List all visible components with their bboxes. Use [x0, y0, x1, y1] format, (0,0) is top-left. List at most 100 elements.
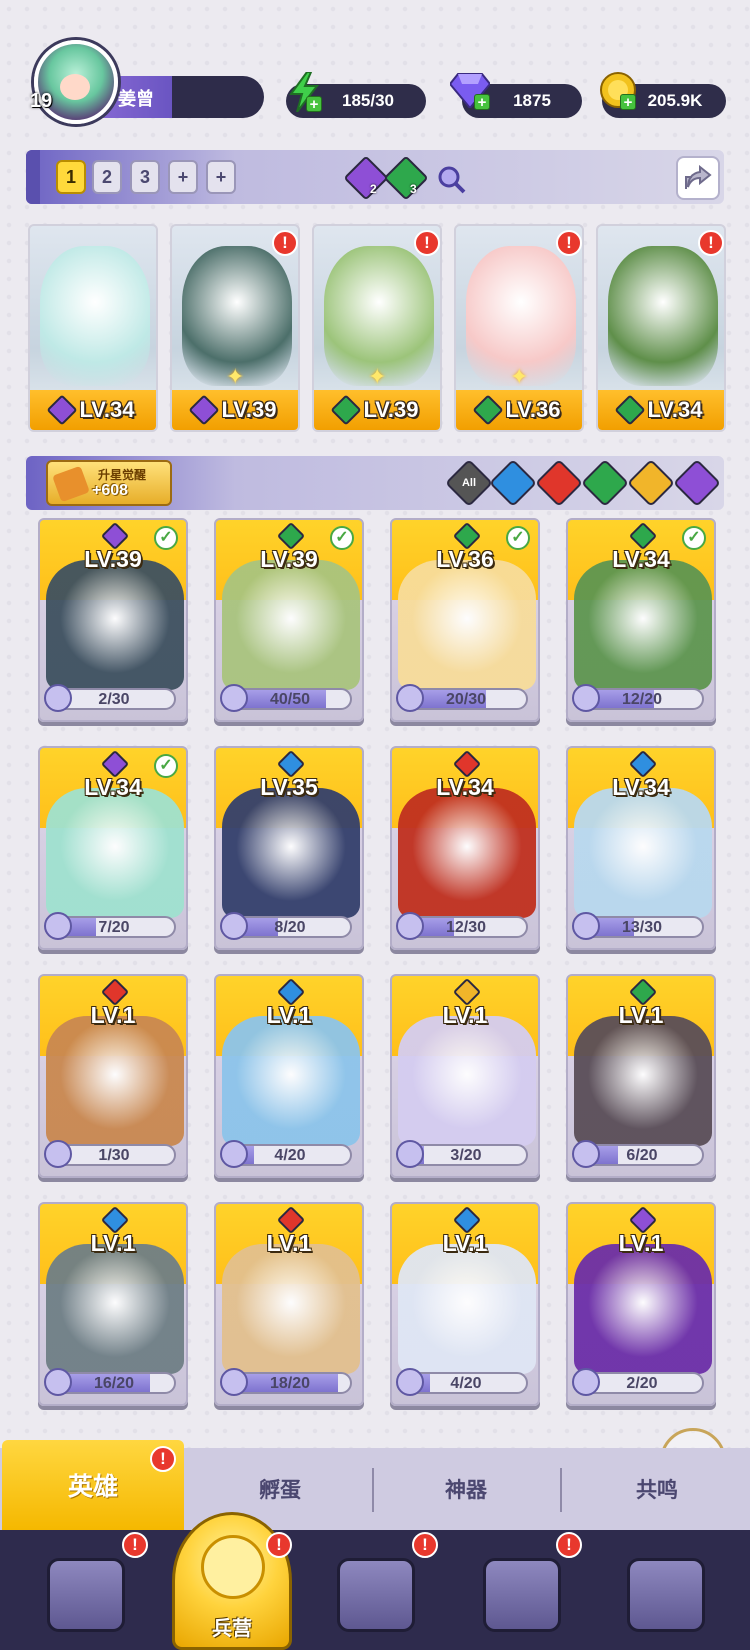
hero-portrait — [398, 1016, 536, 1146]
hero-level: LV.34 — [612, 774, 670, 800]
hero-card[interactable]: LV.1 6/20 — [566, 974, 716, 1178]
team-level: LV.39 — [363, 397, 419, 422]
nature-count: 3 — [410, 182, 417, 196]
shard-icon — [44, 1140, 72, 1168]
lightning-icon: + — [284, 72, 324, 112]
player-name: 姜曾 — [118, 89, 154, 109]
sword-icon — [52, 465, 90, 503]
hero-card[interactable]: LV.34 12/30 — [390, 746, 540, 950]
hero-level: LV.1 — [90, 1002, 136, 1028]
shard-icon — [220, 684, 248, 712]
hero-card[interactable]: ✓ LV.34 7/20 — [38, 746, 188, 950]
shard-progress-text: 2/20 — [626, 1375, 658, 1392]
hero-card[interactable]: ✓ LV.34 12/20 — [566, 518, 716, 722]
hero-card[interactable]: LV.1 2/20 — [566, 1202, 716, 1406]
hero-card[interactable]: LV.1 18/20 — [214, 1202, 364, 1406]
shard-progress-text: 40/50 — [269, 691, 311, 708]
shard-icon — [572, 684, 600, 712]
team-level: LV.34 — [79, 397, 135, 422]
hero-card[interactable]: LV.1 3/20 — [390, 974, 540, 1178]
cards-icon — [47, 1558, 125, 1632]
team-tab-1[interactable]: 1 — [56, 160, 86, 194]
nature-element-icon — [614, 394, 647, 426]
hero-card[interactable]: LV.35 8/20 — [214, 746, 364, 950]
share-button[interactable] — [676, 156, 720, 200]
awaken-button[interactable]: 升星觉醒 +608 — [46, 460, 172, 506]
team-slot-1[interactable]: LV.34 — [28, 224, 158, 432]
team-slot-alert: ! — [556, 230, 582, 256]
shard-icon — [220, 1368, 248, 1396]
hero-portrait — [222, 560, 360, 690]
shard-progress-text: 4/20 — [274, 1147, 306, 1164]
add-coins-icon[interactable]: + — [620, 94, 636, 110]
tab-divider — [372, 1468, 374, 1512]
team-level: LV.36 — [505, 397, 561, 422]
hero-portrait — [398, 788, 536, 918]
hero-level: LV.1 — [618, 1002, 664, 1028]
team-level-bar: LV.39 — [172, 390, 298, 430]
hero-portrait — [574, 560, 712, 690]
search-icon[interactable] — [436, 164, 466, 194]
hero-level: LV.1 — [442, 1002, 488, 1028]
tab-divider — [560, 1468, 562, 1512]
add-energy-icon[interactable]: + — [306, 96, 322, 112]
dark-element-icon — [46, 394, 79, 426]
team-tab-add-2[interactable]: + — [206, 160, 236, 194]
add-gems-icon[interactable]: + — [474, 94, 490, 110]
shard-progress-text: 13/30 — [621, 919, 663, 936]
tab-artifact[interactable]: 神器 — [376, 1448, 556, 1530]
hero-card[interactable]: ✓ LV.36 20/30 — [390, 518, 540, 722]
team-tab-add-1[interactable]: + — [168, 160, 198, 194]
shard-progress-text: 6/20 — [626, 1147, 658, 1164]
player-level: 19 — [30, 90, 53, 112]
team-slot-alert: ! — [272, 230, 298, 256]
hero-card[interactable]: LV.1 4/20 — [214, 974, 364, 1178]
shard-icon — [44, 912, 72, 940]
dark-element-icon — [188, 394, 221, 426]
star-icon: ✦ — [368, 364, 387, 389]
nav-book-alert: ! — [412, 1532, 438, 1558]
team-tab-3[interactable]: 3 — [130, 160, 160, 194]
star-icon: ✦ — [226, 364, 245, 389]
hero-level: LV.1 — [442, 1230, 488, 1256]
dark-count: 2 — [370, 182, 377, 196]
hero-level: LV.36 — [436, 546, 494, 572]
team-tab-2[interactable]: 2 — [92, 160, 122, 194]
shard-progress-text: 12/20 — [621, 691, 663, 708]
hero-portrait — [222, 1016, 360, 1146]
shard-icon — [396, 684, 424, 712]
book-icon — [337, 1558, 415, 1632]
hero-portrait — [222, 1244, 360, 1374]
hero-portrait — [46, 560, 184, 690]
hero-portrait — [398, 560, 536, 690]
shard-progress-text: 12/30 — [445, 919, 487, 936]
shard-icon — [220, 912, 248, 940]
hero-level: LV.1 — [266, 1002, 312, 1028]
hero-card[interactable]: ✓ LV.39 2/30 — [38, 518, 188, 722]
shard-progress-text: 8/20 — [274, 919, 306, 936]
tab-resonance[interactable]: 共鸣 — [564, 1448, 750, 1530]
shard-icon — [396, 1368, 424, 1396]
awaken-count: +608 — [92, 482, 129, 499]
hero-card[interactable]: LV.1 4/20 — [390, 1202, 540, 1406]
tab-heroes-alert: ! — [150, 1446, 176, 1472]
shard-progress-text: 1/30 — [98, 1147, 130, 1164]
hero-portrait — [46, 1016, 184, 1146]
team-level-bar: LV.34 — [30, 390, 156, 430]
barracks-icon — [201, 1535, 265, 1599]
hero-card[interactable]: LV.34 13/30 — [566, 746, 716, 950]
shard-icon — [220, 1140, 248, 1168]
team-level-bar: LV.34 — [598, 390, 724, 430]
team-bar-edge — [26, 150, 40, 204]
hero-portrait — [574, 1244, 712, 1374]
shard-progress-text: 7/20 — [98, 919, 130, 936]
nav-barracks-label: 兵营 — [212, 1618, 252, 1640]
hero-portrait — [40, 246, 150, 386]
hero-portrait — [574, 1016, 712, 1146]
hero-level: LV.35 — [260, 774, 318, 800]
hero-card[interactable]: ✓ LV.39 40/50 — [214, 518, 364, 722]
nav-temple-alert: ! — [556, 1532, 582, 1558]
nav-mushroom[interactable] — [596, 1540, 736, 1650]
hero-card[interactable]: LV.1 16/20 — [38, 1202, 188, 1406]
hero-card[interactable]: LV.1 1/30 — [38, 974, 188, 1178]
